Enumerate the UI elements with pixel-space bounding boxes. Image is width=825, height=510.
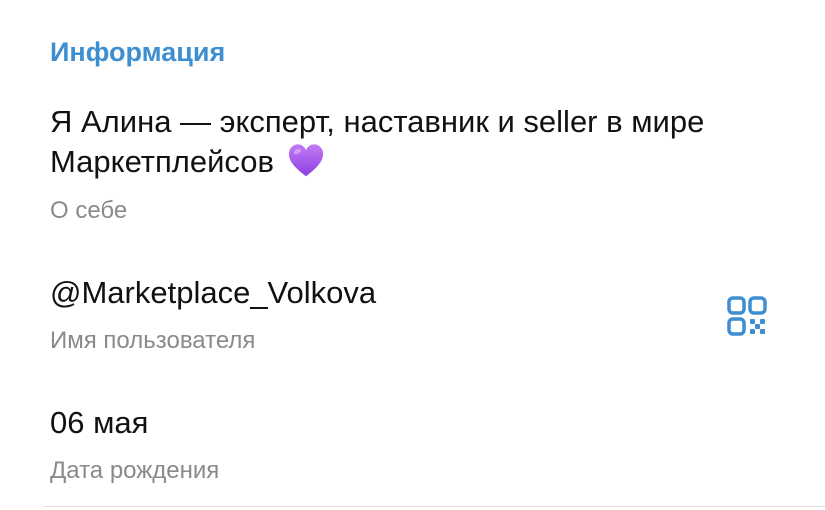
section-title: Информация <box>50 37 226 67</box>
birthday-value[interactable]: 06 мая <box>50 403 148 443</box>
purple-heart-icon <box>288 144 323 177</box>
qr-code-button[interactable] <box>722 291 772 341</box>
bio-text: Я Алина — эксперт, наставник и seller в … <box>50 104 705 179</box>
username-value[interactable]: @Marketplace_Volkova <box>50 273 376 313</box>
section-divider <box>44 506 825 507</box>
username-caption: Имя пользователя <box>50 327 256 354</box>
qr-code-icon <box>727 296 767 336</box>
bio-row[interactable]: Я Алина — эксперт, наставник и seller в … <box>50 102 790 182</box>
bio-caption: О себе <box>50 197 128 224</box>
birthday-caption: Дата рождения <box>50 457 220 484</box>
